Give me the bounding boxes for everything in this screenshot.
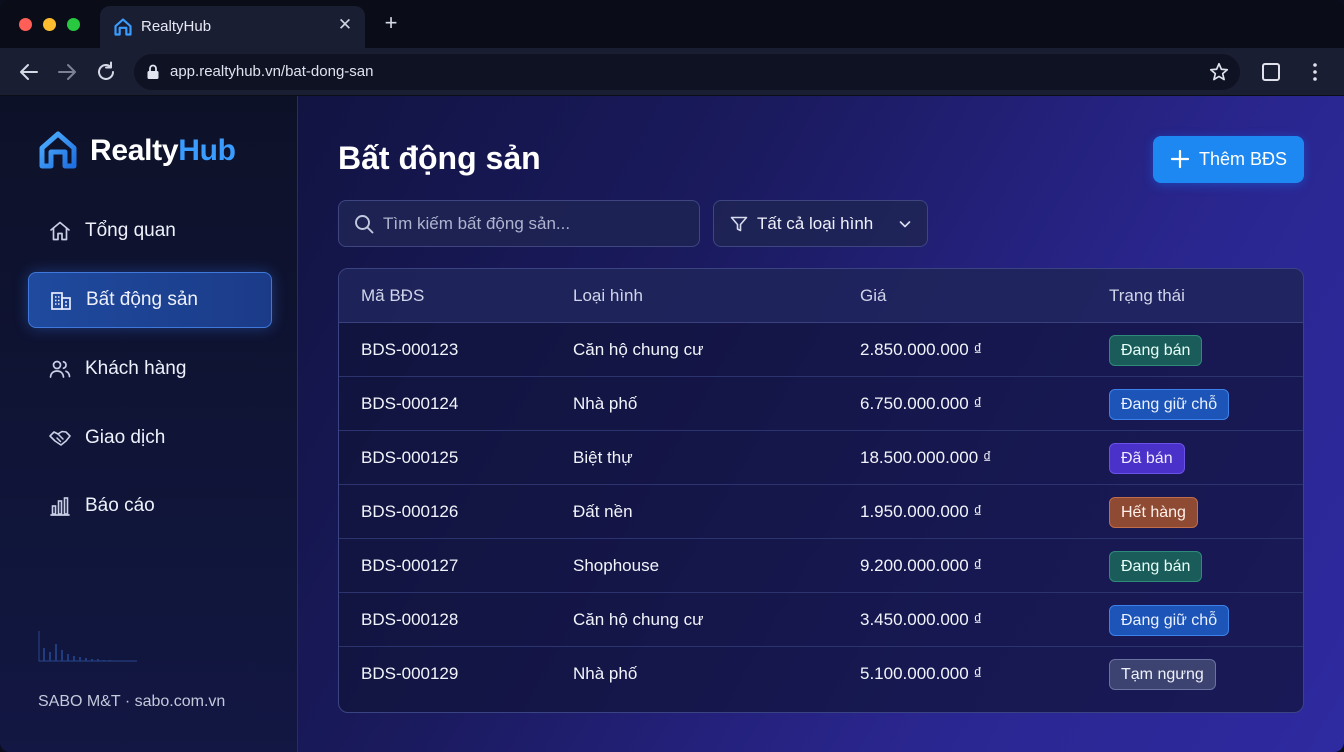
status-badge: Hết hàng <box>1109 497 1198 528</box>
status-badge: Đang bán <box>1109 335 1203 366</box>
cell-price: 2.850.000.000 ₫ <box>860 340 983 359</box>
sidebar-item-label: Giao dịch <box>85 427 166 448</box>
tab-strip: RealtyHub ✕ + <box>0 0 1344 48</box>
app-content: RealtyHub Tổng quan Bất động sản Khách h… <box>0 96 1344 752</box>
browser-tab[interactable]: RealtyHub ✕ <box>100 6 365 48</box>
table-row[interactable]: BDS-000128 Căn hộ chung cư 3.450.000.000… <box>339 593 1303 647</box>
cell-code: BDS-000128 <box>361 610 459 629</box>
cell-price: 5.100.000.000 ₫ <box>860 664 983 683</box>
sidebar: RealtyHub Tổng quan Bất động sản Khách h… <box>0 96 298 752</box>
cell-type: Shophouse <box>573 556 660 575</box>
tab-close-icon[interactable]: ✕ <box>335 15 355 35</box>
plus-icon <box>1169 148 1191 170</box>
cell-type: Đất nền <box>573 502 633 521</box>
cell-price: 3.450.000.000 ₫ <box>860 610 983 629</box>
column-header-price[interactable]: Giá <box>860 286 886 306</box>
cell-type: Căn hộ chung cư <box>573 610 704 629</box>
sidebar-item-reports[interactable]: Báo cáo <box>28 478 272 534</box>
column-header-status[interactable]: Trạng thái <box>1109 286 1185 306</box>
cell-code: BDS-000129 <box>361 664 459 683</box>
filter-selected-value: Tất cả loại hình <box>757 214 874 233</box>
forward-arrow-icon[interactable] <box>55 60 79 84</box>
cell-code: BDS-000124 <box>361 394 459 413</box>
properties-table: Mã BĐS Loại hình Giá Trạng thái BDS-0001… <box>338 268 1304 713</box>
status-badge: Đang bán <box>1109 551 1203 582</box>
browser-toolbar: app.realtyhub.vn/bat-dong-san <box>0 48 1344 96</box>
home-icon <box>48 219 72 243</box>
reload-icon[interactable] <box>94 60 118 84</box>
sidebar-item-label: Tổng quan <box>85 220 176 241</box>
sidebar-footer: SABO M&T · sabo.com.vn <box>38 693 226 710</box>
cell-code: BDS-000126 <box>361 502 459 521</box>
handshake-icon <box>48 426 72 450</box>
table-row[interactable]: BDS-000123 Căn hộ chung cư 2.850.000.000… <box>339 323 1303 377</box>
table-row[interactable]: BDS-000129 Nhà phố 5.100.000.000 ₫ Tạm n… <box>339 647 1303 701</box>
cell-price: 1.950.000.000 ₫ <box>860 502 983 521</box>
table-header: Mã BĐS Loại hình Giá Trạng thái <box>339 269 1303 323</box>
status-badge: Đang giữ chỗ <box>1109 389 1230 420</box>
search-icon <box>353 213 375 235</box>
search-box[interactable] <box>338 200 700 247</box>
column-header-type[interactable]: Loại hình <box>573 286 643 306</box>
bookmark-star-icon[interactable] <box>1208 61 1230 83</box>
sidebar-panel-icon[interactable] <box>1259 60 1283 84</box>
cell-type: Nhà phố <box>573 394 638 413</box>
sidebar-item-label: Báo cáo <box>85 495 155 516</box>
cell-code: BDS-000125 <box>361 448 459 467</box>
cell-price: 18.500.000.000 ₫ <box>860 448 992 467</box>
property-type-filter[interactable]: Tất cả loại hình <box>713 200 928 247</box>
lock-icon <box>146 64 160 80</box>
status-badge: Đã bán <box>1109 443 1185 474</box>
cell-code: BDS-000123 <box>361 340 459 359</box>
back-arrow-icon[interactable] <box>17 60 41 84</box>
sidebar-item-label: Bất động sản <box>86 289 198 310</box>
maximize-window-button[interactable] <box>67 18 80 31</box>
table-row[interactable]: BDS-000124 Nhà phố 6.750.000.000 ₫ Đang … <box>339 377 1303 431</box>
column-header-code[interactable]: Mã BĐS <box>361 286 424 306</box>
cell-price: 6.750.000.000 ₫ <box>860 394 983 413</box>
minimize-window-button[interactable] <box>43 18 56 31</box>
cell-code: BDS-000127 <box>361 556 459 575</box>
building-icon <box>49 288 73 312</box>
chevron-down-icon <box>897 216 913 232</box>
status-badge: Đang giữ chỗ <box>1109 605 1230 636</box>
cell-type: Nhà phố <box>573 664 638 683</box>
address-bar[interactable]: app.realtyhub.vn/bat-dong-san <box>134 54 1240 90</box>
add-property-button[interactable]: Thêm BĐS <box>1153 136 1304 183</box>
cell-type: Căn hộ chung cư <box>573 340 704 359</box>
search-input[interactable] <box>383 212 683 236</box>
table-row[interactable]: BDS-000126 Đất nền 1.950.000.000 ₫ Hết h… <box>339 485 1303 539</box>
brand-name-part2: Hub <box>178 134 236 167</box>
sidebar-item-overview[interactable]: Tổng quan <box>28 203 272 259</box>
cell-type: Biệt thự <box>573 448 633 467</box>
table-row[interactable]: BDS-000125 Biệt thự 18.500.000.000 ₫ Đã … <box>339 431 1303 485</box>
url-text: app.realtyhub.vn/bat-dong-san <box>170 63 374 80</box>
bar-chart-icon <box>48 494 72 518</box>
browser-window: RealtyHub ✕ + app.realtyhub.vn/bat-dong-… <box>0 0 1344 752</box>
add-property-label: Thêm BĐS <box>1199 149 1288 169</box>
table-row[interactable]: BDS-000127 Shophouse 9.200.000.000 ₫ Đan… <box>339 539 1303 593</box>
brand-name-part1: Realty <box>90 134 179 167</box>
tab-title: RealtyHub <box>141 18 212 35</box>
decorative-chart-icon <box>38 631 137 662</box>
sidebar-item-transactions[interactable]: Giao dịch <box>28 410 272 466</box>
cell-price: 9.200.000.000 ₫ <box>860 556 983 575</box>
sidebar-item-properties[interactable]: Bất động sản <box>28 272 272 328</box>
status-badge: Tạm ngưng <box>1109 659 1216 690</box>
close-window-button[interactable] <box>19 18 32 31</box>
filter-funnel-icon <box>729 214 749 234</box>
new-tab-plus-icon[interactable]: + <box>380 12 402 35</box>
more-menu-icon[interactable] <box>1303 60 1327 84</box>
house-logo-icon <box>39 131 77 169</box>
realtyhub-favicon-icon <box>113 17 133 37</box>
sidebar-item-label: Khách hàng <box>85 358 187 379</box>
page-title: Bất động sản <box>338 140 541 176</box>
users-icon <box>48 357 72 381</box>
sidebar-item-customers[interactable]: Khách hàng <box>28 341 272 397</box>
